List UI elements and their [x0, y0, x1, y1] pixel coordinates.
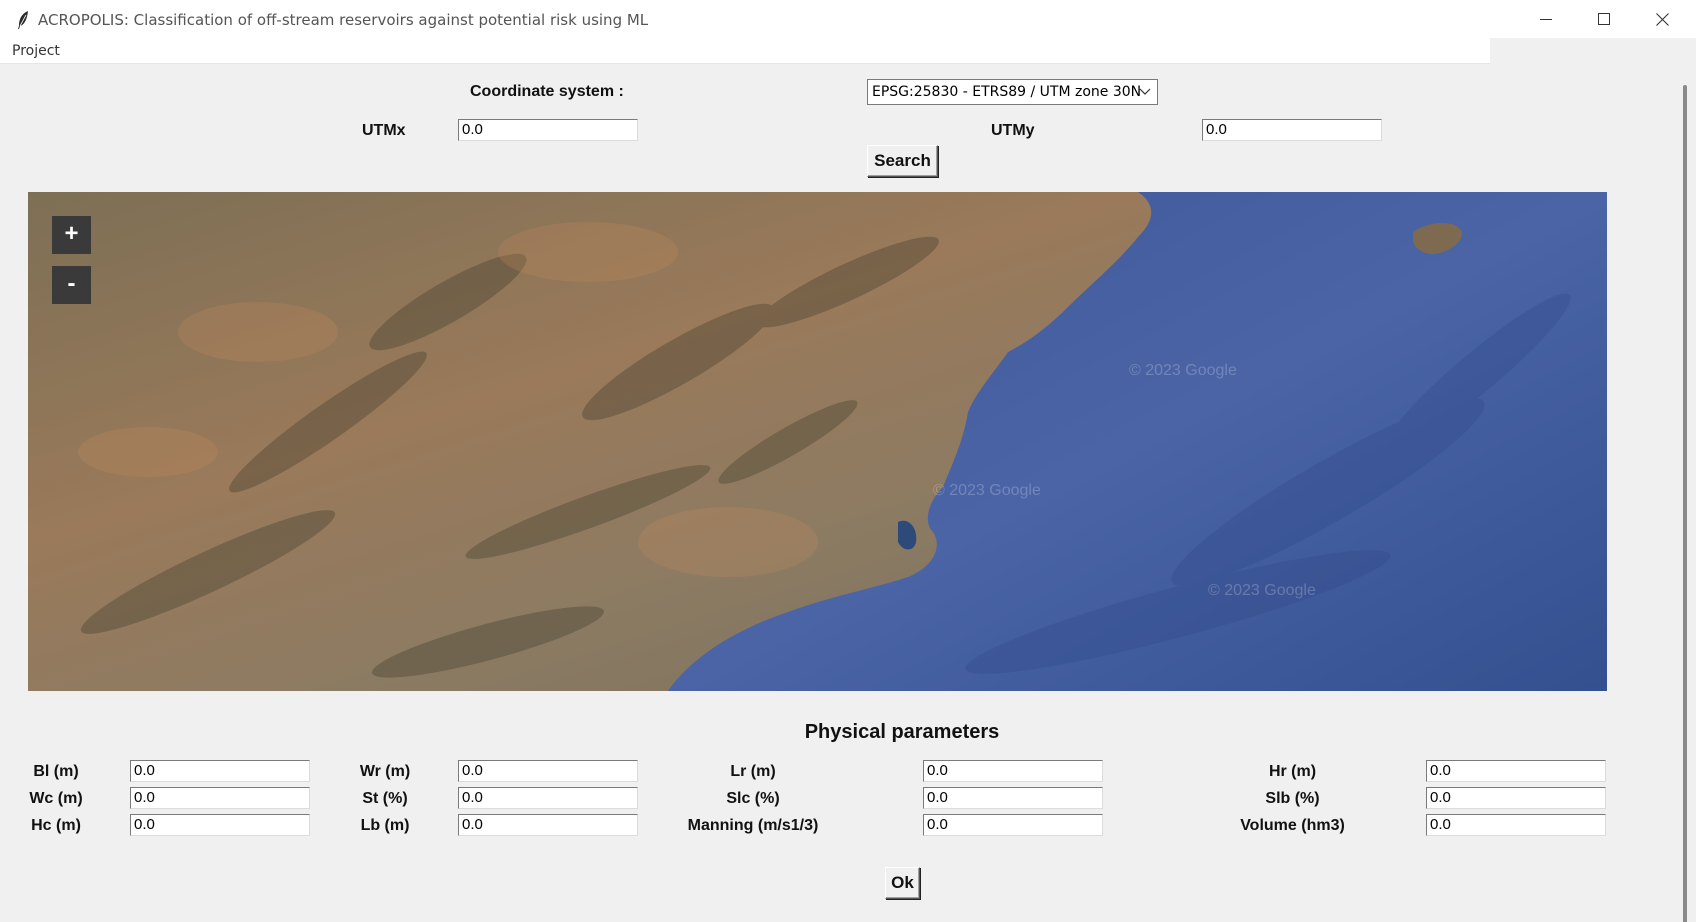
- chevron-down-icon: [1139, 88, 1151, 95]
- param-input-st[interactable]: 0.0: [458, 787, 638, 809]
- utmx-label: UTMx: [362, 122, 406, 139]
- coordinate-system-select[interactable]: EPSG:25830 - ETRS89 / UTM zone 30N: [867, 79, 1158, 105]
- search-button[interactable]: Search: [867, 145, 938, 177]
- param-input-bl[interactable]: 0.0: [130, 760, 310, 782]
- utmy-label: UTMy: [991, 122, 1035, 139]
- param-input-volume[interactable]: 0.0: [1426, 814, 1606, 836]
- close-icon: [1655, 12, 1669, 26]
- satellite-map[interactable]: © 2023 Google © 2023 Google © 2023 Googl…: [28, 192, 1607, 691]
- param-label-slb: Slb (%): [1265, 790, 1320, 807]
- param-label-volume: Volume (hm3): [1240, 817, 1345, 834]
- map-watermark: © 2023 Google: [933, 482, 1041, 499]
- ok-button[interactable]: Ok: [885, 867, 920, 899]
- param-input-wc[interactable]: 0.0: [130, 787, 310, 809]
- param-input-manning[interactable]: 0.0: [923, 814, 1103, 836]
- param-label-hc: Hc (m): [31, 817, 81, 834]
- utmy-input[interactable]: 0.0: [1202, 119, 1382, 141]
- param-input-wr[interactable]: 0.0: [458, 760, 638, 782]
- param-input-slb[interactable]: 0.0: [1426, 787, 1606, 809]
- coordinate-system-label: Coordinate system :: [470, 83, 624, 100]
- param-input-hr[interactable]: 0.0: [1426, 760, 1606, 782]
- param-label-wc: Wc (m): [29, 790, 83, 807]
- param-label-lb: Lb (m): [360, 817, 410, 834]
- param-label-hr: Hr (m): [1268, 763, 1317, 780]
- menu-project[interactable]: Project: [12, 43, 60, 59]
- physical-parameters-title: Physical parameters: [804, 721, 1000, 743]
- close-button[interactable]: [1634, 0, 1690, 38]
- maximize-button[interactable]: [1576, 0, 1632, 38]
- coordinate-system-value: EPSG:25830 - ETRS89 / UTM zone 30N: [872, 84, 1142, 100]
- map-imagery: [28, 192, 1607, 691]
- param-label-bl: Bl (m): [33, 763, 79, 780]
- param-label-lr: Lr (m): [730, 763, 776, 780]
- app-window: ACROPOLIS: Classification of off-stream …: [0, 0, 1696, 922]
- menu-bar: Project: [0, 38, 1490, 64]
- minimize-icon: [1540, 19, 1552, 20]
- window-title: ACROPOLIS: Classification of off-stream …: [38, 11, 649, 29]
- zoom-out-button[interactable]: -: [52, 266, 91, 304]
- param-label-wr: Wr (m): [359, 763, 411, 780]
- param-input-lr[interactable]: 0.0: [923, 760, 1103, 782]
- param-input-slc[interactable]: 0.0: [923, 787, 1103, 809]
- param-label-st: St (%): [362, 790, 408, 807]
- param-input-hc[interactable]: 0.0: [130, 814, 310, 836]
- vertical-scrollbar[interactable]: [1675, 63, 1696, 922]
- param-label-slc: Slc (%): [726, 790, 780, 807]
- param-input-lb[interactable]: 0.0: [458, 814, 638, 836]
- map-watermark: © 2023 Google: [1208, 582, 1316, 599]
- utmx-input[interactable]: 0.0: [458, 119, 638, 141]
- scrollbar-thumb[interactable]: [1683, 85, 1687, 922]
- map-watermark: © 2023 Google: [1129, 362, 1237, 379]
- maximize-icon: [1598, 13, 1610, 25]
- zoom-in-button[interactable]: +: [52, 216, 91, 254]
- title-bar: ACROPOLIS: Classification of off-stream …: [0, 0, 1696, 38]
- feather-icon: [18, 11, 28, 29]
- param-label-manning: Manning (m/s1/3): [687, 817, 819, 834]
- minimize-button[interactable]: [1518, 0, 1574, 38]
